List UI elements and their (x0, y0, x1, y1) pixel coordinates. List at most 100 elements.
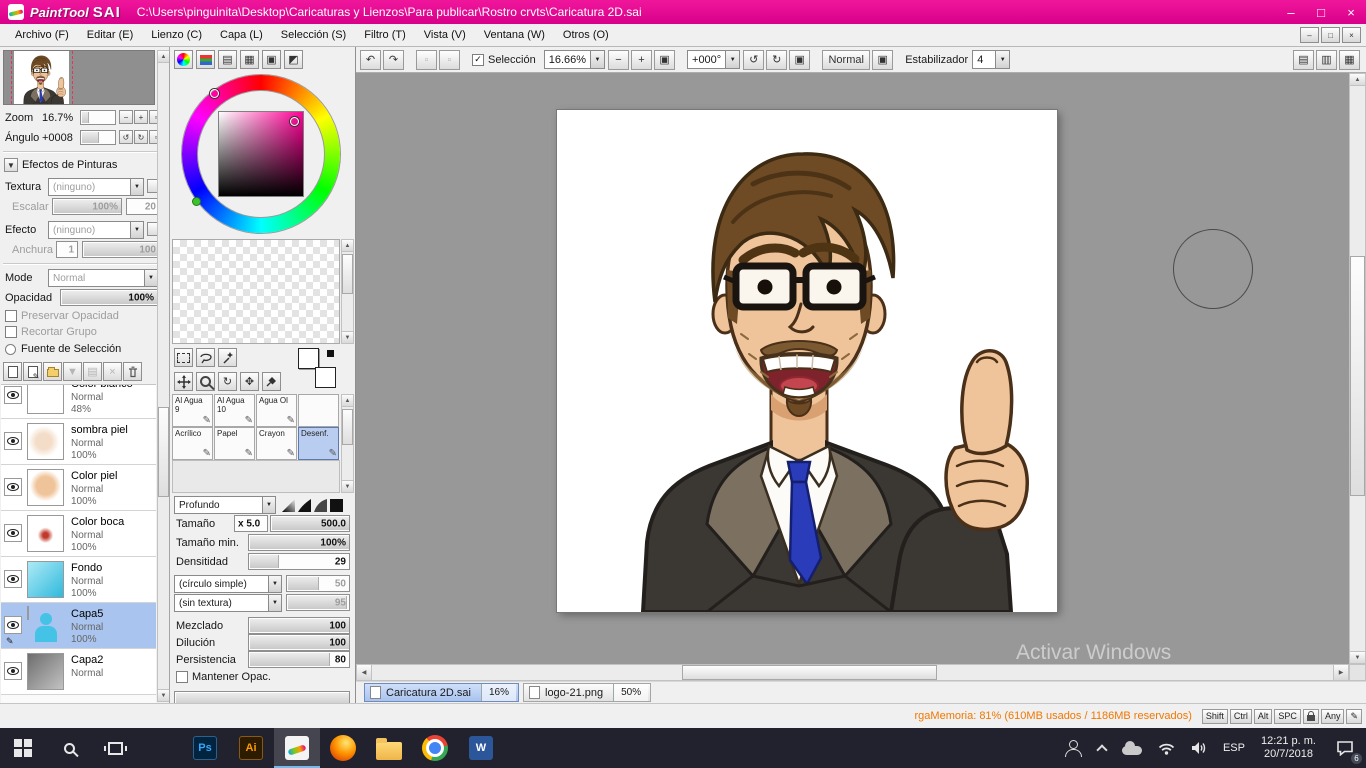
background-color-swatch[interactable] (315, 367, 336, 388)
delete-layer-button[interactable] (123, 362, 142, 381)
clipped-setting-slider[interactable] (174, 691, 350, 703)
flip-view-button[interactable]: ▣ (872, 49, 894, 70)
window-maximize-button[interactable]: □ (1306, 1, 1336, 23)
scroll-left-arrow[interactable]: ◀ (357, 665, 372, 680)
width-slider[interactable]: 100 (82, 241, 160, 258)
panel1-scrollbar[interactable]: ▲ ▼ (157, 50, 169, 702)
paint-effects-collapse-icon[interactable]: ▼ (4, 158, 18, 172)
selection-display-checkbox[interactable]: ✓ (472, 53, 484, 66)
brush-al-agua-9[interactable]: Al Agua 9 ✎ (172, 394, 213, 427)
mixer-tab-button[interactable]: ◩ (284, 50, 303, 69)
width-small-box[interactable]: 1 (56, 241, 78, 258)
texture-strength-slider[interactable]: 95 (286, 594, 350, 611)
scroll-down-arrow[interactable]: ▼ (158, 689, 169, 701)
undo-button[interactable]: ↶ (360, 49, 381, 70)
layer-row-capa2[interactable]: Capa2 Normal (1, 649, 156, 695)
selection-source-radio[interactable] (5, 344, 16, 355)
canvas-vertical-scrollbar[interactable]: ▲ ▼ (1349, 73, 1366, 664)
foreground-color-swatch[interactable] (298, 348, 319, 369)
tray-language[interactable]: ESP (1223, 742, 1245, 754)
navigator-angle-slider[interactable] (80, 130, 116, 145)
scroll-up-arrow[interactable]: ▲ (1350, 74, 1365, 86)
brush-tray-scrollbar[interactable]: ▲ ▼ (341, 394, 354, 493)
persistence-slider[interactable]: 80 (248, 651, 350, 668)
move-tool[interactable] (174, 372, 193, 391)
tray-volume[interactable] (1191, 741, 1207, 755)
scroll-up-arrow[interactable]: ▲ (158, 51, 169, 63)
brush-agua-oleo[interactable]: Agua Ol ✎ (256, 394, 297, 427)
doc-close-button[interactable]: × (1342, 27, 1361, 43)
menu-archivo[interactable]: Archivo (F) (6, 25, 78, 45)
canvas-horizontal-scrollbar[interactable]: ◀ ▶ (356, 664, 1349, 681)
tray-onedrive[interactable] (1121, 740, 1142, 755)
menu-capa[interactable]: Capa (L) (211, 25, 272, 45)
layer-row-capa5-selected[interactable]: Capa5 Normal 100% ✎ (1, 603, 156, 649)
zoom-in-button[interactable]: + (631, 49, 653, 70)
brush-acrilico[interactable]: Acrílico ✎ (172, 427, 213, 460)
toggle-all-panels-button[interactable]: ▦ (1339, 49, 1360, 70)
scrollbar-thumb[interactable] (342, 254, 353, 294)
color-wheel-tab-button[interactable] (174, 50, 193, 69)
color-swatch-pair[interactable] (298, 348, 336, 388)
layer-visibility-toggle[interactable] (4, 478, 22, 496)
menu-editar[interactable]: Editar (E) (78, 25, 142, 45)
rgb-sliders-tab-button[interactable] (196, 50, 215, 69)
rotate-ccw-button[interactable]: ↺ (743, 49, 765, 70)
brush-desenfoque-selected[interactable]: Desenf. ✎ (298, 427, 339, 460)
toggle-left-panel-button[interactable]: ▤ (1293, 49, 1314, 70)
brush-tip-shapes[interactable] (282, 499, 344, 512)
layer-visibility-toggle[interactable] (4, 662, 22, 680)
hand-tool[interactable]: ✥ (240, 372, 259, 391)
hue-marker[interactable] (210, 89, 219, 98)
preserve-opacity-checkbox[interactable] (5, 310, 17, 322)
shape-strength-slider[interactable]: 50 (286, 575, 350, 592)
menu-otros[interactable]: Otros (O) (554, 25, 618, 45)
taskbar-word[interactable]: W (458, 728, 504, 768)
taskbar-photoshop[interactable]: Ps (182, 728, 228, 768)
layer-visibility-toggle[interactable] (4, 524, 22, 542)
rotate-reset-button[interactable]: ▣ (789, 49, 811, 70)
swatches-tab-button[interactable]: ▦ (240, 50, 259, 69)
lasso-tool[interactable] (196, 348, 215, 367)
layer-mode-dropdown[interactable]: Normal ▼ (48, 269, 158, 287)
taskbar-sai-active[interactable] (274, 728, 320, 768)
scroll-down-arrow[interactable]: ▼ (342, 480, 353, 492)
clip-group-checkbox[interactable] (5, 326, 17, 338)
tab-caricatura-2d[interactable]: Caricatura 2D.sai 16% (364, 683, 519, 702)
view-normal-button[interactable]: Normal (822, 49, 871, 70)
layer-row-color-piel[interactable]: Color piel Normal 100% (1, 465, 156, 511)
layer-visibility-toggle[interactable] (4, 616, 22, 634)
brush-tray-empty[interactable] (172, 460, 340, 493)
navigator-rotate-right-button[interactable]: ↻ (134, 130, 148, 144)
start-button[interactable] (0, 728, 46, 768)
scroll-down-arrow[interactable]: ▼ (1350, 651, 1365, 663)
scroll-up-arrow[interactable]: ▲ (342, 240, 353, 252)
tray-clock[interactable]: 12:21 p. m. 20/7/2018 (1261, 735, 1316, 761)
scroll-right-arrow[interactable]: ▶ (1333, 665, 1348, 680)
layer-visibility-toggle[interactable] (4, 432, 22, 450)
brush-edge-dropdown[interactable]: Profundo ▼ (174, 496, 276, 514)
scroll-up-arrow[interactable]: ▲ (342, 395, 353, 407)
layer-row-fondo[interactable]: Fondo Normal 100% (1, 557, 156, 603)
scroll-down-arrow[interactable]: ▼ (342, 331, 353, 343)
merge-down-button[interactable]: ▤ (83, 362, 102, 381)
min-size-slider[interactable]: 100% (248, 534, 350, 551)
navigator-preview[interactable] (3, 50, 155, 105)
swap-colors-icon[interactable] (327, 350, 334, 357)
brush-crayon[interactable]: Crayon ✎ (256, 427, 297, 460)
taskbar-explorer[interactable] (366, 728, 412, 768)
dilution-slider[interactable]: 100 (248, 634, 350, 651)
scale-extra-slider[interactable]: 20 (126, 198, 160, 215)
window-close-button[interactable]: × (1336, 1, 1366, 23)
scratchpad-area[interactable] (172, 239, 340, 344)
brush-empty-slot[interactable] (298, 394, 339, 427)
brush-shape-dropdown[interactable]: (círculo simple) ▼ (174, 575, 282, 593)
scrollbar-thumb[interactable] (342, 409, 353, 445)
zoom-out-button[interactable]: − (608, 49, 630, 70)
layer-visibility-toggle[interactable] (4, 386, 22, 404)
menu-filtro[interactable]: Filtro (T) (355, 25, 415, 45)
color-wheel[interactable] (182, 75, 340, 233)
texture-dropdown[interactable]: (ninguno) ▼ (48, 178, 144, 196)
scrollbar-thumb[interactable] (158, 407, 169, 498)
scratchpad-tab-button[interactable]: ▣ (262, 50, 281, 69)
